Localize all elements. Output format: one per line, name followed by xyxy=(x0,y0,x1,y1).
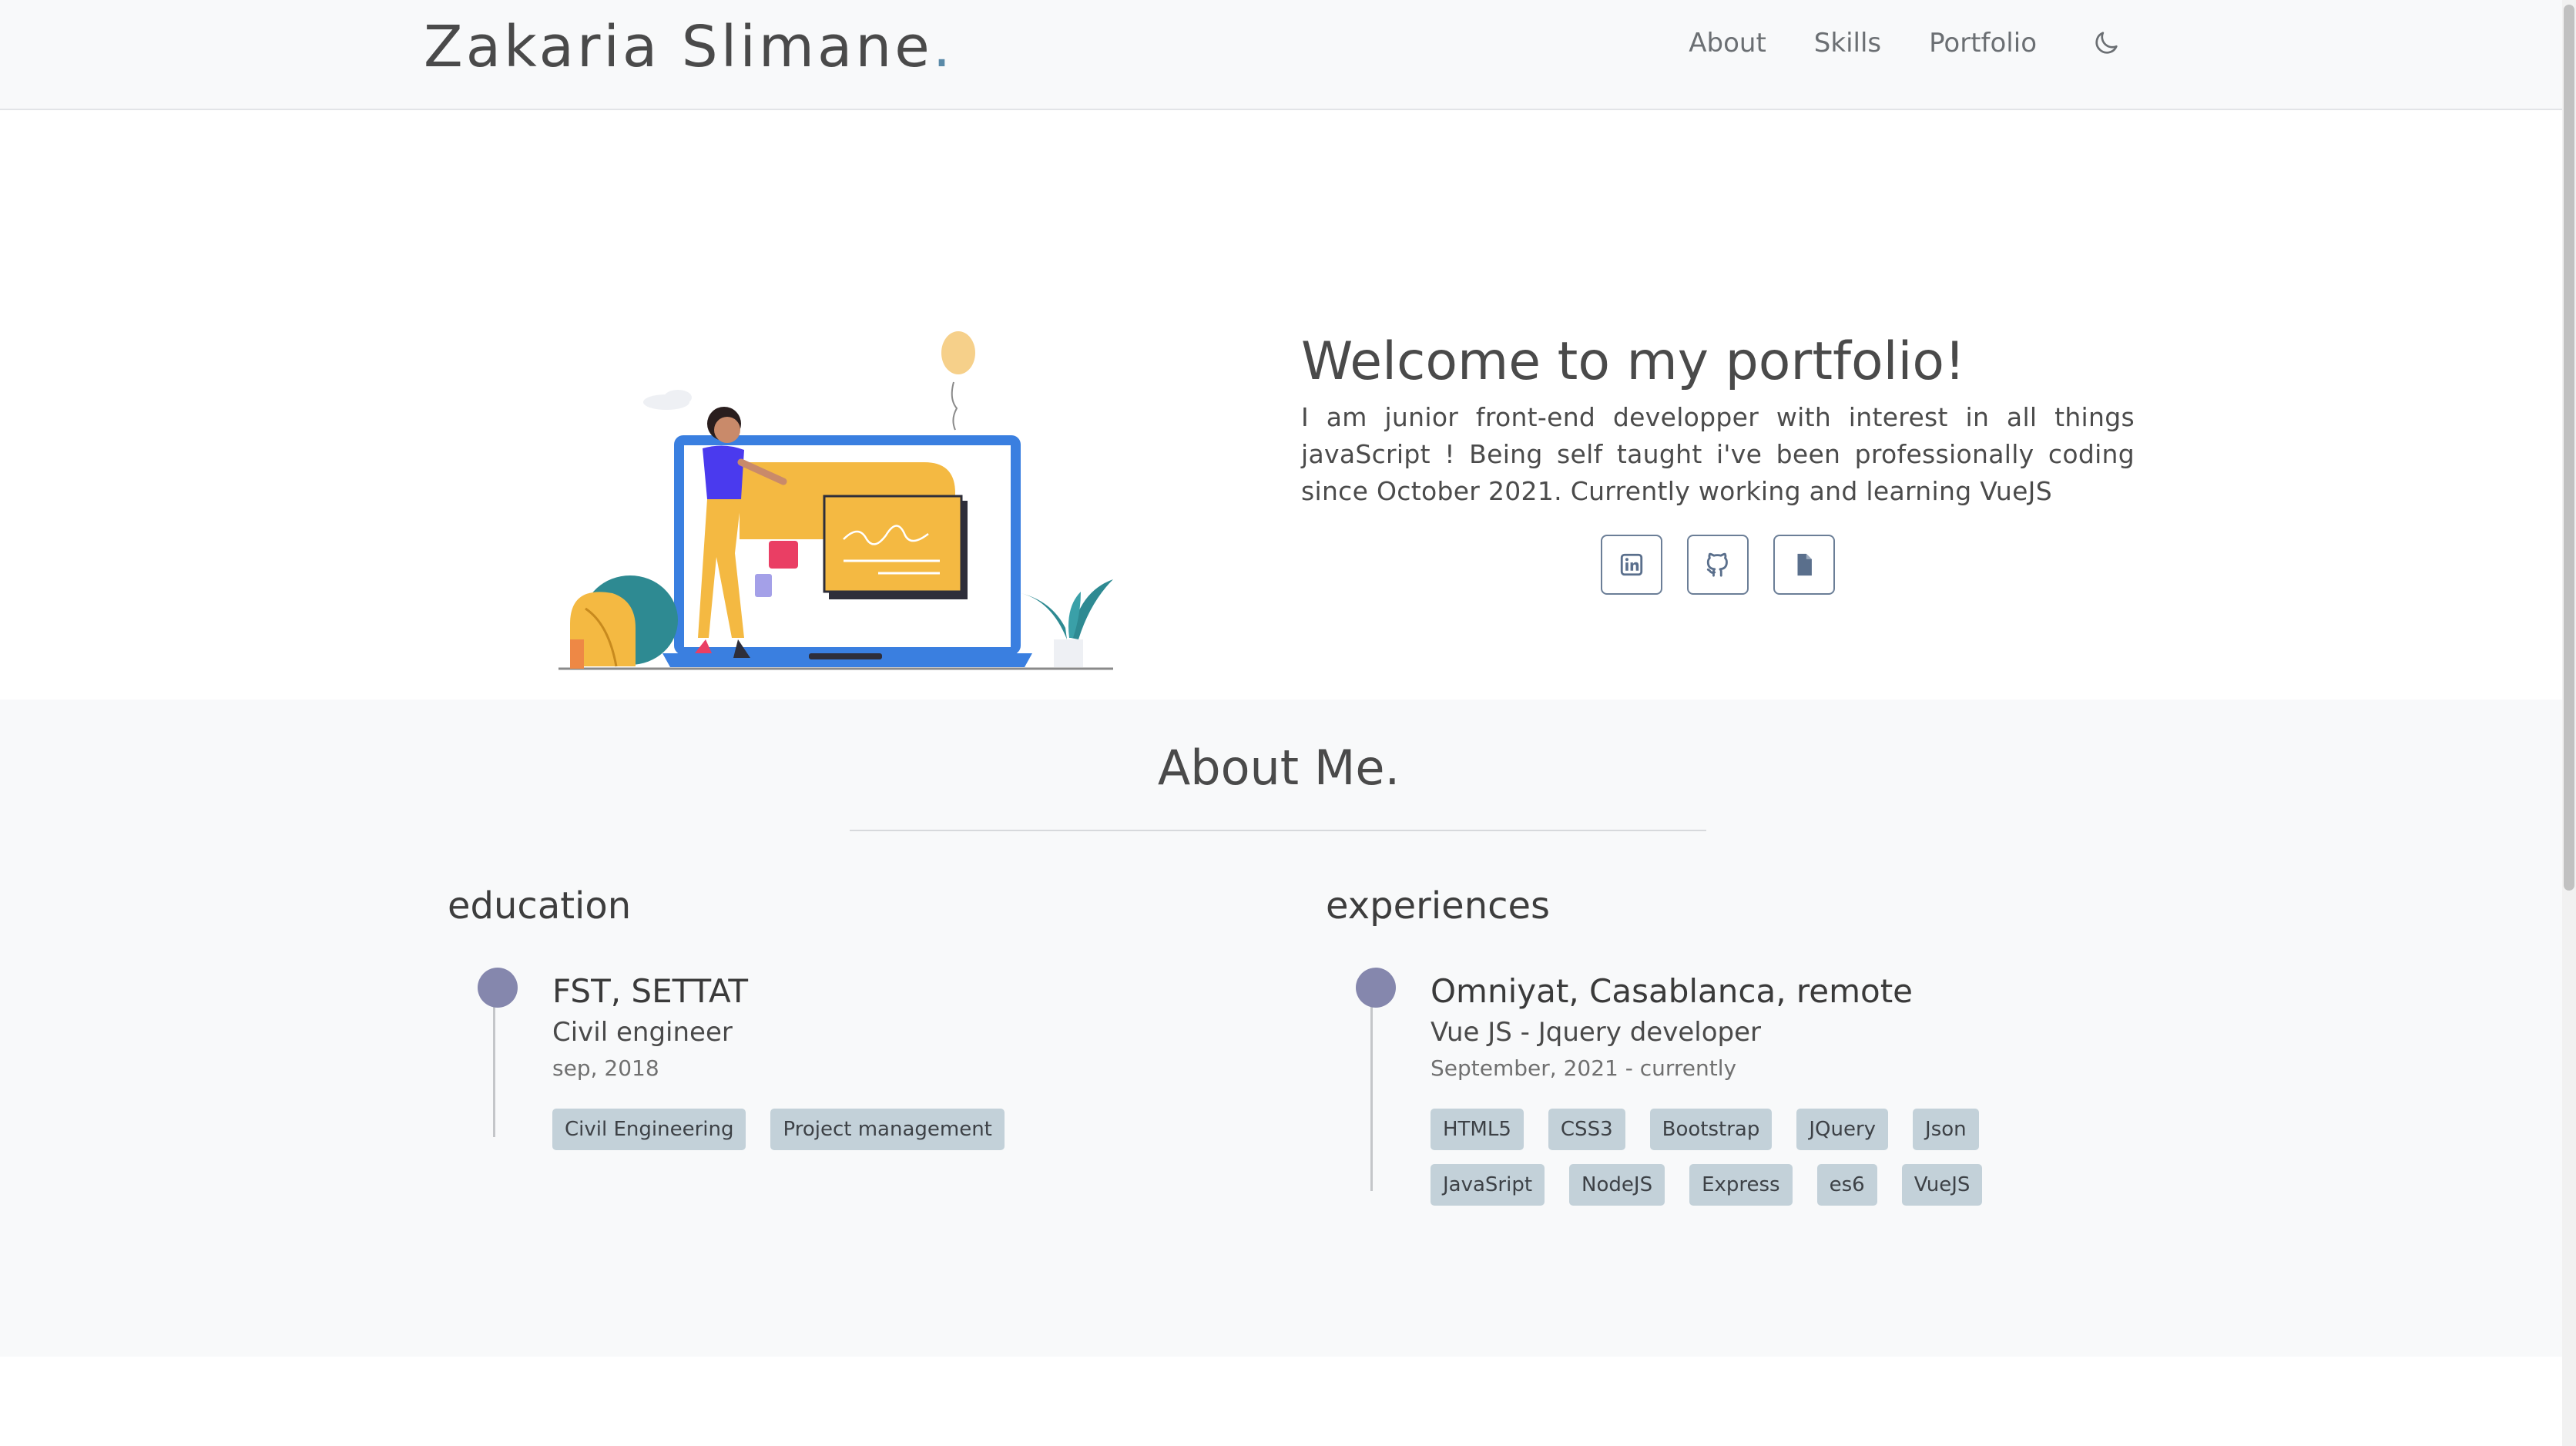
linkedin-button[interactable] xyxy=(1601,535,1662,595)
hero-title: Welcome to my portfolio! xyxy=(1301,331,1966,392)
document-icon xyxy=(1797,553,1812,576)
moon-icon[interactable] xyxy=(2091,28,2122,59)
experiences-tags: HTML5 CSS3 Bootstrap JQuery Json JavaSri… xyxy=(1431,1109,2047,1206)
experiences-entry-title: Omniyat, Casablanca, remote xyxy=(1431,972,1914,1010)
education-timeline-dot xyxy=(478,968,518,1008)
about-section: About Me. education FST, SETTAT Civil en… xyxy=(0,700,2576,1357)
nav-link-portfolio[interactable]: Portfolio xyxy=(1929,28,2037,59)
tag: Express xyxy=(1689,1164,1793,1206)
hero-intro-text: I am junior front-end developper with in… xyxy=(1301,402,2135,506)
tag: Json xyxy=(1913,1109,1979,1150)
social-links xyxy=(1601,535,1835,595)
tag: Civil Engineering xyxy=(552,1109,746,1150)
brand-dot: . xyxy=(932,14,954,80)
about-title: About Me. xyxy=(1157,740,1400,796)
tag: Bootstrap xyxy=(1649,1109,1773,1150)
experiences-entry-subtitle: Vue JS - Jquery developer xyxy=(1431,1017,1761,1048)
tag: NodeJS xyxy=(1569,1164,1665,1206)
tag: VueJS xyxy=(1901,1164,1983,1206)
tag: es6 xyxy=(1816,1164,1877,1206)
education-heading: education xyxy=(448,884,632,928)
tag: Project management xyxy=(770,1109,1005,1150)
scrollbar-thumb[interactable] xyxy=(2564,5,2574,891)
github-icon xyxy=(1706,552,1728,577)
education-entry-date: sep, 2018 xyxy=(552,1055,659,1081)
experiences-entry-date: September, 2021 - currently xyxy=(1431,1055,1737,1081)
experiences-heading: experiences xyxy=(1326,884,1551,928)
tag: JavaSript xyxy=(1431,1164,1545,1206)
github-button[interactable] xyxy=(1687,535,1749,595)
brand-logo[interactable]: Zakaria Slimane. xyxy=(424,14,954,80)
linkedin-icon xyxy=(1620,553,1643,576)
scrollbar-track[interactable] xyxy=(2562,0,2576,1446)
hero-illustration xyxy=(558,331,1113,670)
resume-button[interactable] xyxy=(1773,535,1835,595)
brand-name: Zakaria Slimane xyxy=(424,14,933,80)
nav-links: About Skills Portfolio xyxy=(1689,28,2122,59)
education-entry-title: FST, SETTAT xyxy=(552,972,749,1010)
tag: CSS3 xyxy=(1548,1109,1625,1150)
education-tags: Civil Engineering Project management xyxy=(552,1109,1092,1150)
tag: HTML5 xyxy=(1431,1109,1524,1150)
experiences-timeline-dot xyxy=(1356,968,1396,1008)
education-entry-subtitle: Civil engineer xyxy=(552,1017,733,1048)
nav-link-about[interactable]: About xyxy=(1689,28,1766,59)
nav-link-skills[interactable]: Skills xyxy=(1814,28,1881,59)
section-divider xyxy=(850,830,1706,831)
navbar: Zakaria Slimane. About Skills Portfolio xyxy=(0,0,2576,110)
tag: JQuery xyxy=(1796,1109,1889,1150)
